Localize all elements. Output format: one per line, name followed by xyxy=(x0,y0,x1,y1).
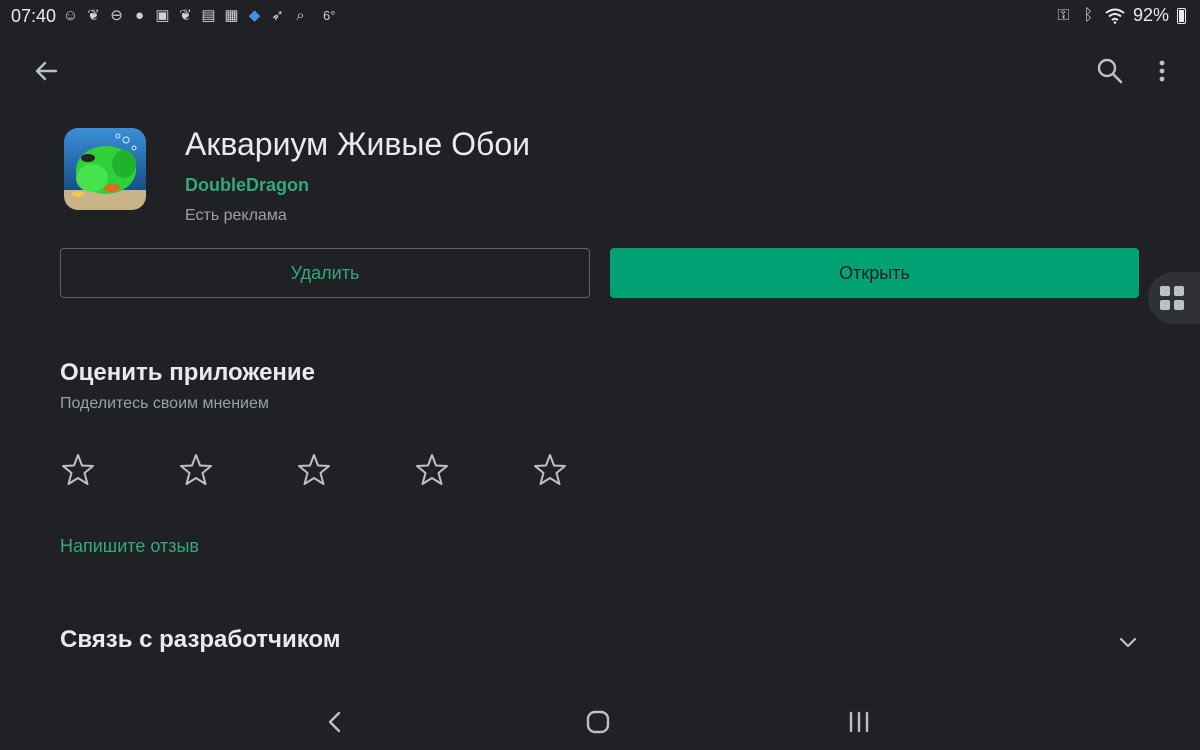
news-icon: ▦ xyxy=(224,7,239,24)
nav-home-button[interactable] xyxy=(584,708,614,738)
battery-icon xyxy=(1177,7,1186,24)
status-bar: 07:40 ☺ ❦ ⊖ ● ▣ ❦ ▤ ▦ ◆ ➶ ⌕ 6° ⚿ ᛒ 92% xyxy=(0,0,1200,34)
translate-icon: ▤ xyxy=(201,7,216,24)
arrow-left-icon xyxy=(35,61,58,81)
wifi-icon xyxy=(1105,8,1125,24)
uninstall-button[interactable]: Удалить xyxy=(60,248,590,298)
bluetooth-icon: ᛒ xyxy=(1083,7,1094,24)
nav-back-button[interactable] xyxy=(320,708,350,738)
side-panel-handle[interactable] xyxy=(1148,272,1200,324)
dnd-icon: ⊖ xyxy=(110,7,123,24)
key-icon: ⚿ xyxy=(1057,7,1070,24)
developer-contact-row[interactable]: Связь с разработчиком xyxy=(60,620,1140,664)
more-options-button[interactable] xyxy=(1150,55,1174,87)
back-button[interactable] xyxy=(30,55,62,87)
developer-link[interactable]: DoubleDragon xyxy=(185,175,309,196)
ads-notice: Есть реклама xyxy=(185,207,287,224)
leaf-icon: ❦ xyxy=(179,7,192,24)
apple-icon: ● xyxy=(134,7,145,24)
write-review-link[interactable]: Напишите отзыв xyxy=(60,536,199,557)
app-title: Аквариум Живые Обои xyxy=(185,126,530,162)
battery-percent: 92% xyxy=(1132,5,1169,25)
grid-icon xyxy=(1160,286,1184,310)
leaf-icon: ❦ xyxy=(87,7,100,24)
nav-recents-button[interactable] xyxy=(846,708,876,738)
gallery-icon: ▣ xyxy=(155,7,170,24)
status-temperature: 6° xyxy=(323,8,336,23)
star-icon[interactable] xyxy=(178,450,214,490)
search-icon: ⌕ xyxy=(296,7,305,24)
star-icon[interactable] xyxy=(414,450,450,490)
star-rating xyxy=(60,450,568,490)
vpn-icon: ◆ xyxy=(248,7,261,24)
recents-icon xyxy=(849,711,869,733)
search-button[interactable] xyxy=(1094,55,1126,87)
app-icon xyxy=(64,128,146,210)
rate-app-heading: Оценить приложение xyxy=(60,359,316,386)
system-status: ⚿ ᛒ 92% xyxy=(1055,5,1186,26)
search-icon xyxy=(1097,58,1123,84)
open-button[interactable]: Открыть xyxy=(610,248,1139,298)
home-icon xyxy=(586,710,610,734)
emoji-icon: ☺ xyxy=(62,7,79,24)
chevron-down-icon xyxy=(1119,637,1137,648)
notification-icons: ☺ ❦ ⊖ ● ▣ ❦ ▤ ▦ ◆ ➶ ⌕ xyxy=(62,7,309,24)
star-icon[interactable] xyxy=(296,450,332,490)
more-vert-icon xyxy=(1159,60,1165,82)
rocket-icon: ➶ xyxy=(271,7,284,24)
chevron-left-icon xyxy=(328,711,341,733)
status-time: 07:40 xyxy=(11,6,57,26)
navigation-bar xyxy=(0,690,1200,750)
developer-contact-heading: Связь с разработчиком xyxy=(60,626,341,653)
aquarium-icon xyxy=(64,128,146,210)
star-icon[interactable] xyxy=(532,450,568,490)
star-icon[interactable] xyxy=(60,450,96,490)
rate-app-subtitle: Поделитесь своим мнением xyxy=(60,395,269,412)
